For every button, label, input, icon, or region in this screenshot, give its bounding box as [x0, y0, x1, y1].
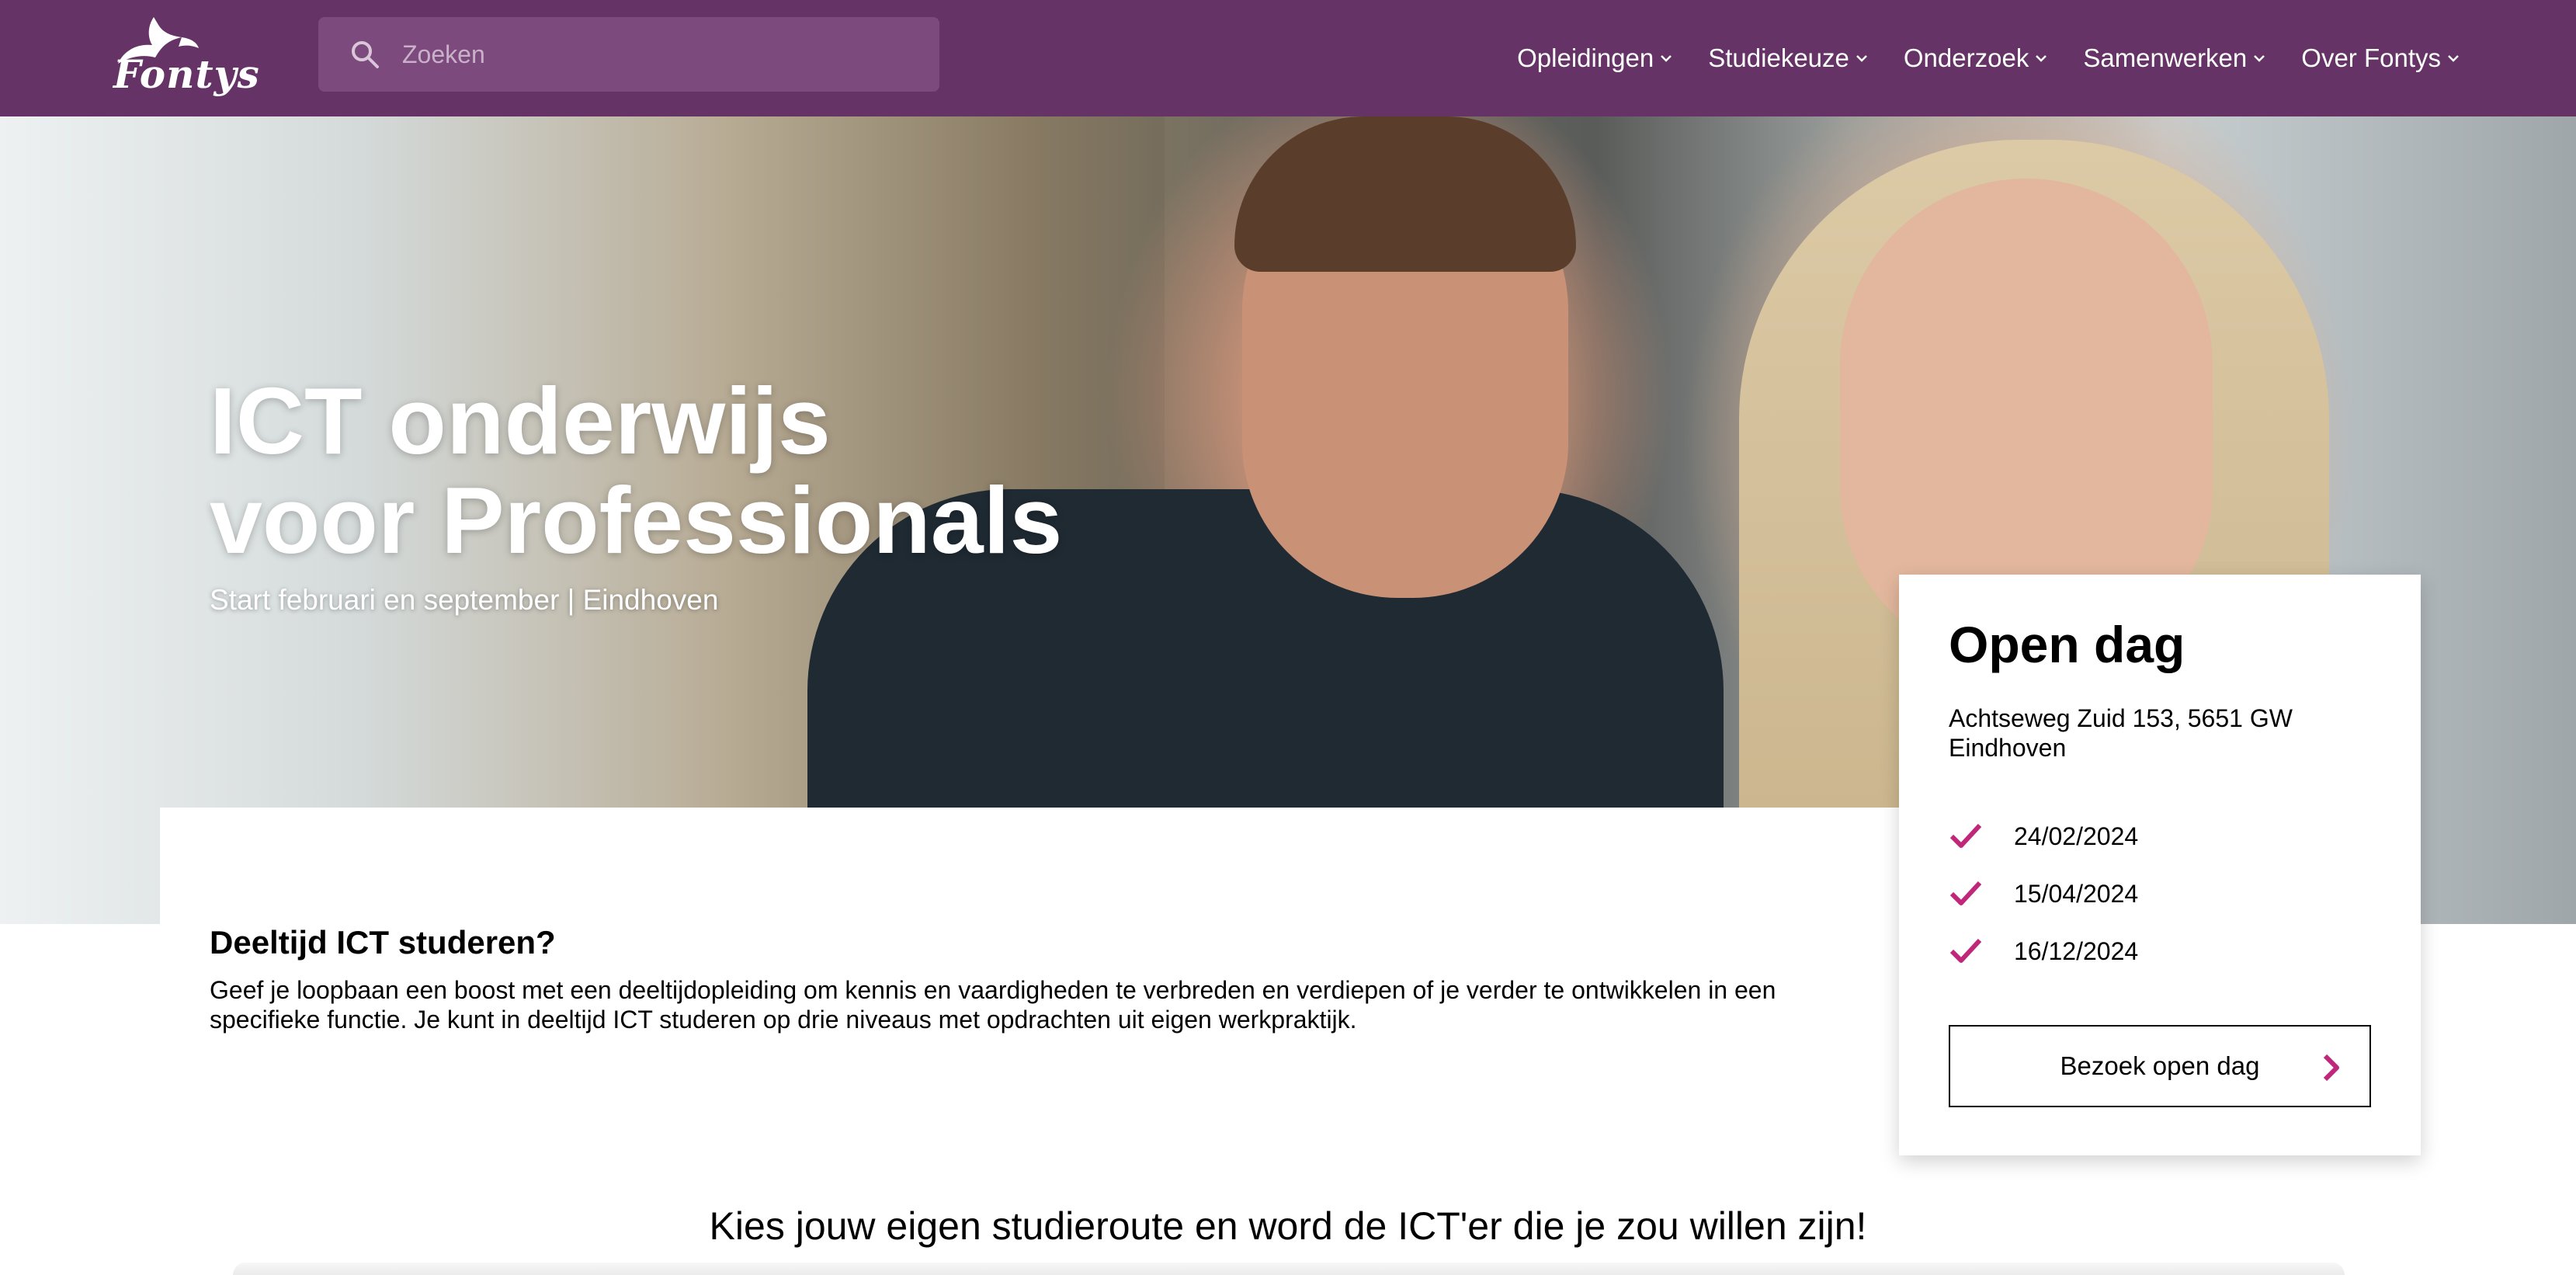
check-icon	[1949, 938, 1982, 963]
hero-person-man-hair	[1234, 116, 1576, 272]
routes-heading: Kies jouw eigen studieroute en word de I…	[709, 1204, 1867, 1248]
hero-title: ICT onderwijs voor Professionals	[210, 371, 1297, 570]
chevron-down-icon	[2036, 55, 2047, 62]
open-dag-date: 16/12/2024	[2014, 936, 2139, 965]
search-input[interactable]	[402, 31, 915, 78]
open-dag-card: Open dag Achtseweg Zuid 153, 5651 GW Ein…	[1899, 575, 2421, 1155]
chevron-down-icon	[1856, 55, 1867, 62]
nav-item-label: Onderzoek	[1903, 43, 2029, 72]
hero-title-line-2: voor Professionals	[210, 467, 1063, 573]
site-header: Fontys Opleidingen Studiekeuze Onderzoek…	[0, 0, 2576, 116]
chevron-down-icon	[2448, 55, 2459, 62]
nav-item-onderzoek[interactable]: Onderzoek	[1904, 43, 2047, 73]
chevron-down-icon	[1661, 55, 1672, 62]
nav-item-samenwerken[interactable]: Samenwerken	[2083, 43, 2265, 73]
search-icon[interactable]	[349, 39, 380, 70]
nav-item-label: Over Fontys	[2301, 43, 2441, 72]
fontys-logo[interactable]: Fontys	[107, 9, 262, 102]
open-dag-date-list: 24/02/2024 15/04/2024 16/12/2024	[1949, 808, 2138, 980]
check-icon	[1949, 881, 1982, 905]
hero-title-line-1: ICT onderwijs	[210, 368, 831, 474]
nav-item-opleidingen[interactable]: Opleidingen	[1517, 43, 1672, 73]
nav-item-over-fontys[interactable]: Over Fontys	[2301, 43, 2460, 73]
list-item: 15/04/2024	[1949, 865, 2138, 922]
intro-title: Deeltijd ICT studeren?	[210, 924, 556, 961]
list-item: 24/02/2024	[1949, 808, 2138, 865]
nav-item-label: Studiekeuze	[1708, 43, 1849, 72]
search-box[interactable]	[318, 17, 939, 92]
open-dag-address: Achtseweg Zuid 153, 5651 GW Eindhoven	[1949, 704, 2293, 762]
chevron-right-icon	[2323, 1054, 2339, 1082]
main-nav: Opleidingen Studiekeuze Onderzoek Samenw…	[1517, 0, 2460, 116]
intro-text: Geef je loopbaan een boost met een deelt…	[210, 976, 1776, 1034]
check-icon	[1949, 823, 1982, 848]
open-dag-date: 24/02/2024	[2014, 822, 2139, 850]
nav-item-studiekeuze[interactable]: Studiekeuze	[1708, 43, 1868, 73]
open-dag-date: 15/04/2024	[2014, 879, 2139, 908]
routes-section-edge	[233, 1263, 2345, 1275]
chevron-down-icon	[2254, 55, 2265, 62]
bezoek-open-dag-button[interactable]: Bezoek open dag	[1949, 1025, 2371, 1107]
open-dag-title: Open dag	[1949, 616, 2185, 673]
hero-subtitle: Start februari en september | Eindhoven	[210, 584, 719, 616]
logo-wordmark: Fontys	[113, 51, 260, 97]
button-label: Bezoek open dag	[2060, 1051, 2260, 1080]
list-item: 16/12/2024	[1949, 922, 2138, 980]
nav-item-label: Samenwerken	[2083, 43, 2248, 72]
nav-item-label: Opleidingen	[1517, 43, 1654, 72]
